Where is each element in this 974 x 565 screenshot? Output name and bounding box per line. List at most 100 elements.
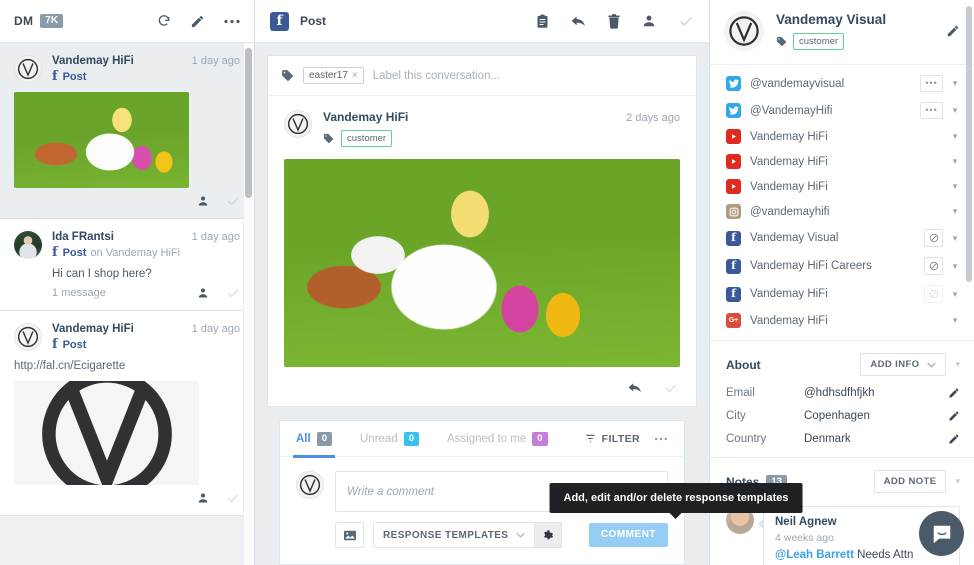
chevron-down-icon[interactable]: ▾: [950, 206, 960, 217]
list-item-thumbnail[interactable]: [14, 381, 199, 485]
collapse-notes-icon[interactable]: ▾: [955, 476, 960, 487]
tab-unread-count: 0: [403, 431, 420, 446]
block-button[interactable]: [924, 285, 943, 303]
assign-icon[interactable]: [642, 14, 656, 28]
pencil-icon[interactable]: [946, 24, 960, 38]
list-item[interactable]: Vandemay HiFi 1 day ago f Post http://fa…: [0, 311, 254, 516]
assign-icon[interactable]: [197, 492, 209, 504]
pencil-icon[interactable]: [948, 387, 960, 399]
tab-assigned-to-me[interactable]: Assigned to me 0: [447, 421, 548, 457]
chevron-down-icon[interactable]: ▾: [950, 105, 960, 116]
compose-icon[interactable]: [190, 14, 205, 29]
block-button[interactable]: [924, 229, 943, 247]
list-item[interactable]: Ida FRantsi 1 day ago f Post on Vandemay…: [0, 219, 254, 311]
label-bar[interactable]: easter17 × Label this conversation...: [268, 56, 696, 96]
list-item[interactable]: Vandemay HiFi 1 day ago f Post: [0, 43, 254, 219]
filter-label: FILTER: [601, 432, 640, 445]
twitter-icon: [726, 103, 741, 118]
youtube-icon: [726, 129, 741, 144]
resolve-check-icon[interactable]: [226, 491, 240, 505]
tag-icon: [776, 36, 787, 47]
more-icon[interactable]: [654, 437, 668, 441]
facebook-icon: f: [52, 337, 58, 352]
post-image[interactable]: [284, 159, 680, 368]
resolve-check-icon[interactable]: [226, 286, 240, 300]
note-icon[interactable]: [536, 14, 549, 29]
note-mention[interactable]: @Leah Barrett: [775, 549, 854, 561]
chevron-down-icon[interactable]: ▾: [950, 233, 960, 244]
list-item-link[interactable]: http://fal.cn/Ecigarette: [14, 360, 240, 372]
list-item[interactable]: @VandemayHifi ••• ▾: [710, 97, 974, 124]
sidebar-scrollbar-thumb[interactable]: [245, 48, 252, 198]
comment-submit-button[interactable]: COMMENT: [588, 523, 668, 548]
resolve-check-icon[interactable]: [678, 13, 694, 29]
facebook-icon: f: [726, 258, 741, 274]
profile-name: Vandemay Visual: [776, 11, 887, 27]
tag-icon: [323, 133, 334, 144]
reply-icon[interactable]: [628, 382, 642, 394]
about-value: Copenhagen: [804, 410, 870, 422]
list-item[interactable]: @vandemayhifi ▾: [710, 199, 974, 224]
facebook-icon: f: [726, 230, 741, 246]
tab-all[interactable]: All 0: [293, 421, 335, 458]
post-tag[interactable]: customer: [341, 130, 393, 148]
facebook-icon: f: [726, 286, 741, 302]
twitter-icon: [726, 76, 741, 91]
response-templates-dropdown[interactable]: RESPONSE TEMPLATES: [373, 522, 536, 549]
list-item[interactable]: f Vandemay HiFi ▾: [710, 280, 974, 308]
intercom-launcher-button[interactable]: [919, 511, 964, 556]
trash-icon[interactable]: [608, 13, 620, 29]
pencil-icon[interactable]: [948, 410, 960, 422]
resolve-check-icon[interactable]: [226, 194, 240, 208]
list-item[interactable]: f Vandemay HiFi Careers ▾: [710, 252, 974, 280]
list-item[interactable]: Vandemay HiFi ▾: [710, 149, 974, 174]
conversation-pane: f Post easter17 × Label this conversatio…: [255, 0, 803, 565]
filter-button[interactable]: FILTER: [585, 433, 640, 445]
add-note-button[interactable]: ADD NOTE: [873, 470, 947, 493]
avatar: [14, 55, 42, 83]
profile-scrollbar-thumb[interactable]: [966, 6, 972, 282]
tab-unread[interactable]: Unread 0: [360, 421, 420, 457]
label-chip[interactable]: easter17 ×: [303, 67, 364, 84]
collapse-about-icon[interactable]: ▾: [955, 359, 960, 370]
add-info-button[interactable]: ADD INFO: [860, 353, 947, 376]
resolve-check-icon[interactable]: [664, 381, 678, 395]
about-section: About ADD INFO ▾ Email @hdhsdfhfjkh City: [710, 341, 974, 458]
chevron-down-icon[interactable]: ▾: [950, 289, 960, 300]
label-input[interactable]: Label this conversation...: [373, 70, 500, 82]
attach-image-button[interactable]: [335, 522, 364, 549]
list-item-thumbnail[interactable]: [14, 92, 189, 188]
about-row: City Copenhagen: [726, 410, 960, 422]
list-item[interactable]: Vandemay HiFi ▾: [710, 174, 974, 199]
add-note-label: ADD NOTE: [883, 476, 937, 487]
list-item-source-page: on Vandemay HiFi: [90, 246, 181, 259]
conversation-list[interactable]: Vandemay HiFi 1 day ago f Post Ida FRant…: [0, 43, 254, 565]
list-item[interactable]: f Vandemay Visual ▾: [710, 224, 974, 252]
chevron-down-icon[interactable]: ▾: [950, 156, 960, 167]
chevron-down-icon[interactable]: ▾: [950, 181, 960, 192]
more-icon[interactable]: [224, 19, 240, 24]
account-more-button[interactable]: •••: [920, 102, 943, 119]
list-item[interactable]: @vandemayvisual ••• ▾: [710, 70, 974, 97]
close-icon[interactable]: ×: [352, 70, 358, 81]
block-button[interactable]: [924, 257, 943, 275]
note-text: @Leah Barrett Needs Attn: [775, 549, 948, 561]
list-item[interactable]: Vandemay HiFi ▾: [710, 124, 974, 149]
post-author: Vandemay HiFi: [323, 110, 409, 124]
chevron-down-icon[interactable]: ▾: [950, 315, 960, 326]
reply-icon[interactable]: [571, 15, 586, 28]
list-item-preview: Hi can I shop here?: [52, 268, 152, 280]
chevron-down-icon[interactable]: ▾: [950, 131, 960, 142]
list-item[interactable]: G+ Vandemay HiFi ▾: [710, 308, 974, 333]
chevron-down-icon[interactable]: ▾: [950, 78, 960, 89]
sidebar-count-badge: 7K: [40, 14, 64, 28]
assign-icon[interactable]: [197, 195, 209, 207]
response-templates-settings-button[interactable]: [534, 522, 563, 549]
profile-tag[interactable]: customer: [793, 32, 845, 51]
pencil-icon[interactable]: [948, 433, 960, 445]
list-item-message-count: 1 message: [52, 287, 106, 299]
account-more-button[interactable]: •••: [920, 75, 943, 92]
assign-icon[interactable]: [197, 287, 209, 299]
chevron-down-icon[interactable]: ▾: [950, 261, 960, 272]
refresh-icon[interactable]: [157, 14, 171, 28]
